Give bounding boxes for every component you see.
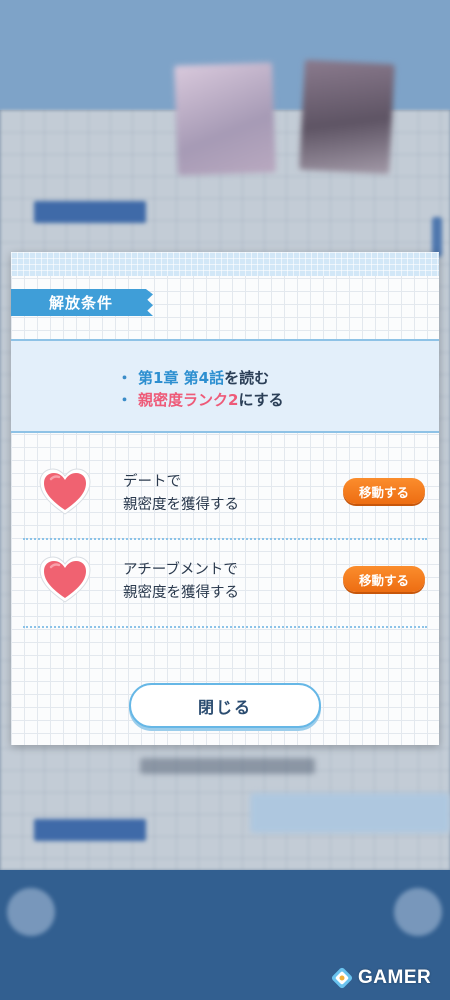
move-button-achievement[interactable]: 移動する xyxy=(343,566,425,592)
divider xyxy=(23,626,427,628)
heart-icon xyxy=(37,466,93,518)
route-line: アチーブメントで xyxy=(123,562,238,578)
bullet-icon: ・ xyxy=(117,369,133,387)
condition-suffix: にする xyxy=(238,391,284,409)
gamer-watermark: GAMER xyxy=(330,965,431,991)
background-photo xyxy=(174,62,276,176)
background-label xyxy=(34,819,146,841)
unlock-conditions-dialog: 解放条件 ・第1章 第4話を読む ・親密度ランク2にする デートで 親密度を獲得… xyxy=(11,252,439,745)
dialog-header-band xyxy=(11,252,439,276)
route-item-achievement: アチーブメントで 親密度を獲得する 移動する xyxy=(11,540,439,628)
gamer-logo-icon xyxy=(330,966,354,990)
route-line: 親密度を獲得する xyxy=(123,497,239,513)
background-tab xyxy=(432,217,442,257)
section-title: 解放条件 xyxy=(11,289,153,316)
route-line: 親密度を獲得する xyxy=(123,585,239,601)
condition-highlight: 親密度ランク2 xyxy=(138,391,239,409)
condition-highlight: 第1章 第4話 xyxy=(138,369,225,387)
background-card xyxy=(250,793,450,833)
move-button-date[interactable]: 移動する xyxy=(343,478,425,504)
route-line: デートで xyxy=(123,474,181,490)
heart-icon xyxy=(37,554,93,606)
route-description: アチーブメントで 親密度を獲得する xyxy=(123,559,239,605)
background-button xyxy=(394,888,442,936)
conditions-box: ・第1章 第4話を読む ・親密度ランク2にする xyxy=(11,339,439,433)
background-photo xyxy=(299,59,395,175)
close-button[interactable]: 閉じる xyxy=(129,683,321,728)
route-item-date: デートで 親密度を獲得する 移動する xyxy=(11,452,439,540)
watermark-text: GAMER xyxy=(358,967,432,988)
background-text xyxy=(140,758,315,774)
condition-suffix: を読む xyxy=(224,369,270,387)
condition-item: ・親密度ランク2にする xyxy=(117,389,284,410)
background-label xyxy=(34,201,146,223)
route-description: デートで 親密度を獲得する xyxy=(123,471,239,517)
condition-item: ・第1章 第4話を読む xyxy=(117,367,269,388)
background-button xyxy=(7,888,55,936)
bullet-icon: ・ xyxy=(117,391,133,409)
